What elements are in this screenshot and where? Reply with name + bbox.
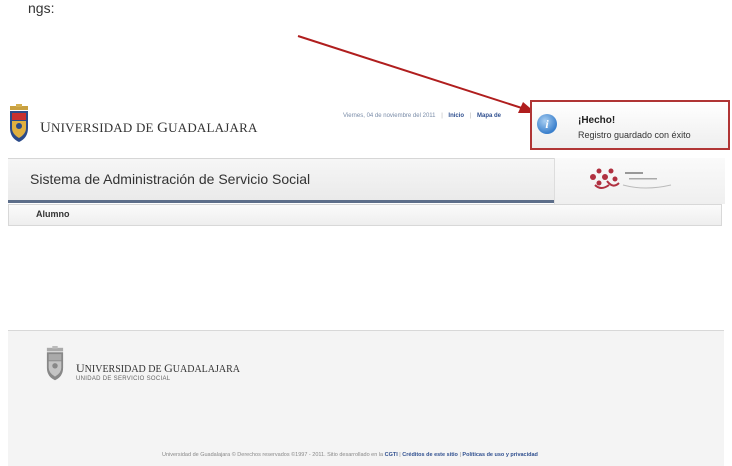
link-inicio[interactable]: Inicio — [448, 113, 464, 119]
link-creditos[interactable]: Créditos de este sitio — [402, 452, 458, 458]
main-nav-bar — [8, 204, 722, 226]
link-mapa[interactable]: Mapa de — [477, 113, 501, 119]
servicio-social-logo-icon — [590, 168, 672, 189]
notification-message: Registro guardado con éxito — [578, 130, 691, 140]
footer-university-name: UNIVERSIDAD DE GUADALAJARA — [76, 361, 241, 375]
link-cgti[interactable]: CGTI — [385, 452, 398, 458]
date-text: Viernes, 04 de noviembre del 2011 — [343, 113, 436, 119]
page-footer — [8, 330, 724, 466]
nav-item-alumno[interactable]: Alumno — [36, 209, 70, 219]
notification-title: ¡Hecho! — [578, 115, 616, 126]
info-icon: i — [537, 114, 557, 134]
university-name[interactable]: UNIVERSIDAD DE GUADALAJARA — [40, 120, 258, 137]
success-notification[interactable] — [530, 100, 730, 150]
system-title: Sistema de Administración de Servicio So… — [30, 171, 311, 187]
top-links: Viernes, 04 de noviembre del 2011 | Inic… — [343, 113, 502, 119]
footer-crest-icon — [46, 346, 64, 381]
banner-accent-bar — [8, 200, 554, 203]
footer-unit-name: UNIDAD DE SERVICIO SOCIAL — [76, 376, 171, 382]
university-crest-icon — [10, 104, 28, 142]
footer-legal: Universidad de Guadalajara © Derechos re… — [162, 452, 538, 458]
link-politicas[interactable]: Políticas de uso y privacidad — [462, 452, 538, 458]
